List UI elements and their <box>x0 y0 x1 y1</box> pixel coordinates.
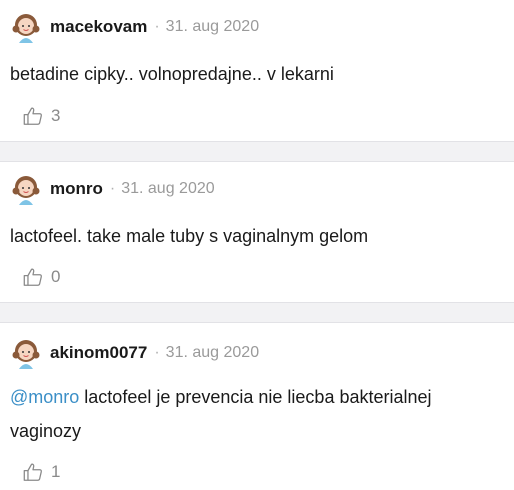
meta-separator: · <box>109 180 116 197</box>
like-count: 0 <box>51 267 61 286</box>
comment-text: @monro lactofeel je prevencia nie liecba… <box>10 380 504 448</box>
avatar-icon[interactable] <box>10 173 42 205</box>
username[interactable]: akinom0077 <box>50 343 147 363</box>
avatar-icon[interactable] <box>10 11 42 43</box>
like-count: 1 <box>51 462 61 481</box>
comment-header: macekovam · 31. aug 2020 <box>10 9 259 45</box>
like-button[interactable]: 3 <box>22 104 60 128</box>
comment-feed: macekovam · 31. aug 2020 betadine cipky.… <box>0 0 514 490</box>
like-button[interactable]: 0 <box>22 265 60 289</box>
comment-card: akinom0077 · 31. aug 2020 @monro lactofe… <box>0 323 514 490</box>
comment-header: akinom0077 · 31. aug 2020 <box>10 335 259 371</box>
user-mention-link[interactable]: @monro <box>10 387 79 407</box>
comment-date: 31. aug 2020 <box>121 180 215 197</box>
comment-divider <box>0 302 514 323</box>
meta-separator: · <box>154 18 160 35</box>
like-button[interactable]: 1 <box>22 460 60 484</box>
comment-text: betadine cipky.. volnopredajne.. v lekar… <box>10 64 334 84</box>
comment-date: 31. aug 2020 <box>165 18 260 35</box>
thumbs-up-icon <box>23 107 42 125</box>
comment-card: monro · 31. aug 2020 lactofeel. take mal… <box>0 162 514 302</box>
like-count: 3 <box>51 106 61 125</box>
comment-date: 31. aug 2020 <box>165 344 260 361</box>
username[interactable]: macekovam <box>50 17 147 37</box>
comment-header: monro · 31. aug 2020 <box>10 171 215 207</box>
comment-card: macekovam · 31. aug 2020 betadine cipky.… <box>0 0 514 141</box>
username[interactable]: monro <box>50 179 103 199</box>
thumbs-up-icon <box>23 463 42 481</box>
comment-divider <box>0 141 514 162</box>
comment-text: lactofeel. take male tuby s vaginalnym g… <box>10 226 369 246</box>
thumbs-up-icon <box>23 268 42 286</box>
avatar-icon[interactable] <box>10 337 42 369</box>
meta-separator: · <box>154 344 160 361</box>
